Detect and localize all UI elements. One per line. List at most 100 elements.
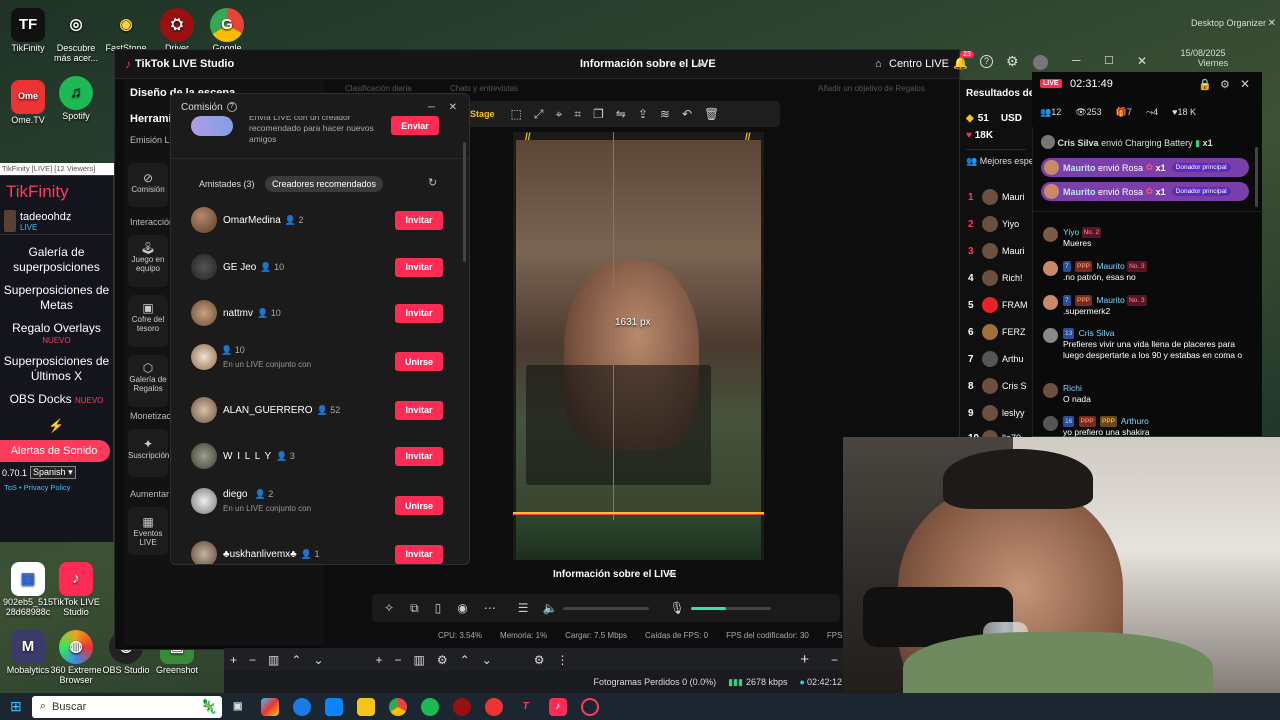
join-button[interactable]: Unirse [395, 496, 443, 515]
desktop-icon-360browser[interactable]: ◍ 360 Extreme Browser [48, 630, 104, 686]
live-center-link[interactable]: Centro LIVE [889, 58, 949, 70]
minimize-icon[interactable]: ─ [1072, 53, 1081, 67]
table-row[interactable]: 9 leslyy [968, 403, 1032, 423]
trash-icon[interactable]: 🗑 [704, 107, 719, 121]
gear-icon[interactable]: ⚙ [1006, 53, 1019, 70]
lock-icon[interactable]: 🔒 [1198, 78, 1212, 91]
invite-button[interactable]: Invitar [395, 400, 443, 420]
language-select[interactable]: Spanish ▾ [30, 466, 76, 479]
move-down-icon[interactable]: ⌄ [482, 653, 492, 667]
live-info-title[interactable]: Información sobre el LIVE [580, 58, 716, 70]
folder-icon[interactable] [356, 697, 375, 716]
more-icon[interactable]: ⋮ [557, 653, 569, 667]
scrollbar[interactable] [1255, 147, 1258, 207]
mic-volume-slider[interactable] [690, 606, 771, 610]
resize-icon[interactable]: ⤢ [534, 107, 544, 122]
help-icon[interactable]: ? [226, 102, 237, 112]
live-events-tool[interactable]: ▦ Eventos LIVE [128, 507, 168, 555]
tab-recommended[interactable]: Creadores recomendados [265, 176, 384, 192]
table-row[interactable]: 1 Mauri [968, 187, 1032, 207]
tab-chats[interactable]: Chats y entrevistas [450, 84, 518, 93]
desktop-icon-spotify[interactable]: ♫ Spotify [48, 76, 104, 122]
share-icon[interactable]: ➦ [668, 569, 676, 580]
app-icon[interactable] [484, 697, 503, 716]
copy-icon[interactable]: ❐ [593, 107, 604, 121]
chrome-icon[interactable] [388, 697, 407, 716]
stage-preview[interactable]: 1631 px // // [513, 132, 764, 560]
layers-icon[interactable]: ≋ [660, 107, 670, 121]
remove-icon[interactable]: − [249, 653, 256, 667]
menu-goal-overlays[interactable]: Superposiciones de Metas [0, 279, 113, 317]
phone-icon[interactable]: ▯ [435, 601, 442, 615]
filter-icon[interactable]: ▥ [414, 653, 425, 667]
add-goal-link[interactable]: Añadir un objetivo de Regalos [818, 84, 925, 93]
invite-button[interactable]: Invitar [395, 446, 443, 466]
maximize-icon[interactable]: ☐ [1104, 54, 1114, 67]
more-icon[interactable]: ⋯ [484, 601, 496, 615]
speaker-volume-slider[interactable] [563, 606, 650, 610]
screen-icon[interactable]: ⧉ [410, 601, 419, 616]
undo-icon[interactable]: ↶ [682, 107, 692, 121]
close-icon[interactable]: ✕ [449, 102, 457, 113]
desktop-icon-google[interactable]: G Google [199, 8, 255, 54]
crop-icon[interactable]: ⌗ [574, 107, 581, 122]
privacy-link[interactable]: Privacy Policy [24, 483, 71, 492]
move-up-icon[interactable]: ⌃ [291, 653, 301, 667]
scrollbar[interactable] [463, 142, 466, 262]
desktop-icon-discover[interactable]: ◎ Descubre más acer... [48, 8, 104, 64]
tikfinity-icon[interactable]: T [517, 698, 535, 716]
close-icon[interactable]: ✕ [1137, 54, 1147, 68]
minimize-icon[interactable]: ─ [428, 102, 435, 113]
menu-gift-overlays[interactable]: Regalo Overlays NUEVO [0, 317, 113, 350]
tikfinity-user[interactable]: tadeoohdz LIVE [0, 208, 113, 235]
sliders-icon[interactable]: ☰ [518, 601, 529, 615]
tiktok-icon[interactable]: ♪ [548, 697, 567, 716]
send-button[interactable]: Enviar [391, 116, 439, 135]
settings-icon[interactable]: ⚙ [1220, 78, 1230, 91]
select-icon[interactable]: ⬚ [511, 107, 522, 121]
driver-icon[interactable] [452, 697, 471, 716]
tab-friends[interactable]: Amistades (3) [193, 176, 261, 192]
share-icon[interactable]: ➦ [697, 58, 706, 71]
invite-button[interactable]: Invitar [395, 210, 443, 230]
close-icon[interactable]: ✕ [1240, 77, 1250, 91]
table-row[interactable]: 8 Cris S [968, 376, 1032, 396]
avatar[interactable] [1033, 55, 1048, 70]
menu-obs-docks[interactable]: OBS Docks NUEVO [0, 388, 113, 412]
store-icon[interactable] [324, 697, 343, 716]
table-row[interactable]: 6 FERZ [968, 322, 1032, 342]
close-icon[interactable]: ✕ [1268, 18, 1276, 29]
opera-icon[interactable] [580, 697, 599, 716]
tos-link[interactable]: ToS [4, 483, 17, 492]
join-button[interactable]: Unirse [395, 352, 443, 371]
team-game-tool[interactable]: 🕹 Juego en equipo [128, 235, 168, 287]
help-icon[interactable]: ? [980, 55, 993, 68]
tab-classification[interactable]: Clasificación diaria [345, 84, 412, 93]
add-icon[interactable]: + [376, 653, 383, 667]
gift-gallery-tool[interactable]: ⬡ Galería de Regalos [128, 355, 168, 407]
table-row[interactable]: 3 Mauri [968, 241, 1032, 261]
table-row[interactable]: 2 Yiyo [968, 214, 1032, 234]
menu-overlay-gallery[interactable]: Galería de superposiciones [0, 241, 113, 279]
refresh-icon[interactable]: ↻ [428, 176, 437, 189]
copilot-icon[interactable] [260, 697, 279, 716]
microphone-icon[interactable]: 🎙 [669, 601, 684, 615]
desktop-icon-tiktok-studio[interactable]: ♪ TikTok LIVE Studio [48, 562, 104, 618]
gear-icon[interactable]: ⚙ [437, 653, 448, 667]
record-icon[interactable]: ◉ [457, 601, 467, 615]
search-input[interactable]: ⌕ Buscar 🦎 [31, 695, 222, 718]
speaker-icon[interactable]: 🔈 [543, 601, 558, 615]
add-icon[interactable]: + [800, 651, 809, 668]
treasure-tool[interactable]: ▣ Cofre del tesoro [128, 295, 168, 347]
live-info-footer[interactable]: Información sobre el LIVE [553, 569, 676, 580]
magic-icon[interactable]: ✧ [384, 601, 394, 615]
move-down-icon[interactable]: ⌄ [313, 653, 323, 667]
table-row[interactable]: 5 FRAM [968, 295, 1032, 315]
commission-tool[interactable]: ⊘ Comisión [128, 163, 168, 207]
desktop-icon-driver[interactable]: ⛭ Driver [149, 8, 205, 54]
edge-icon[interactable] [292, 697, 311, 716]
windows-start-icon[interactable]: ⊞ [10, 698, 22, 715]
bell-icon[interactable]: 🔔 [953, 56, 968, 70]
invite-button[interactable]: Invitar [395, 303, 443, 323]
spotify-icon[interactable] [420, 697, 439, 716]
